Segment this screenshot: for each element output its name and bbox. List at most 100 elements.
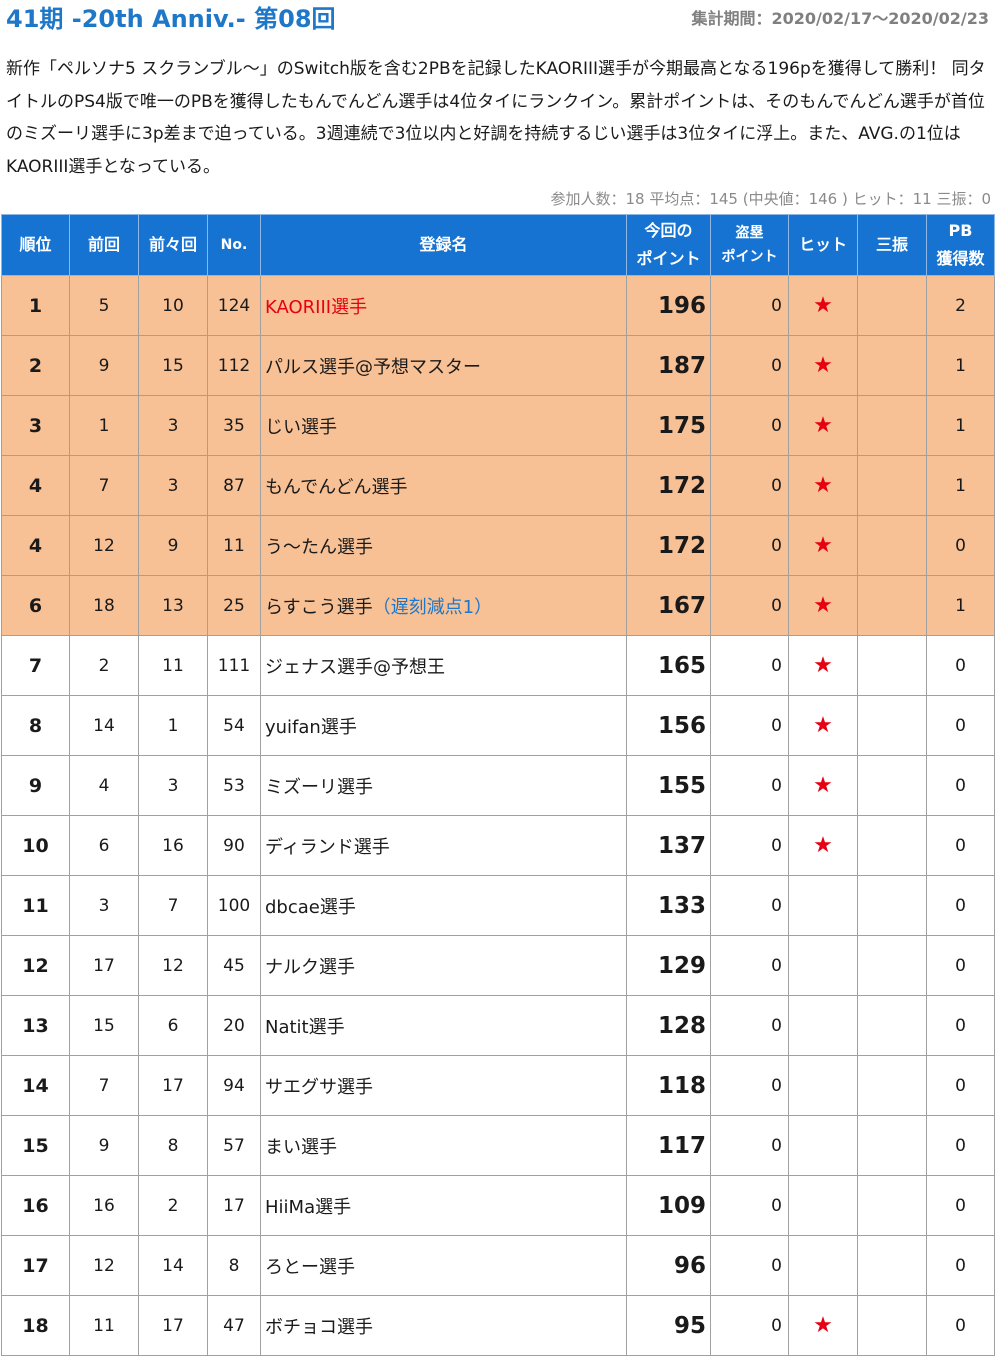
points-cell: 175: [626, 395, 711, 456]
header-no: No.: [207, 214, 261, 276]
steal-points-cell: 0: [710, 1055, 789, 1116]
steal-points-cell: 0: [710, 395, 789, 456]
entry-no-cell: 111: [207, 635, 261, 696]
pb-count-cell: 2: [926, 275, 995, 336]
prev-rank-cell: 14: [69, 695, 139, 756]
strikeout-cell: [857, 695, 927, 756]
rank-cell: 14: [1, 1055, 70, 1116]
player-name: ディランド選手: [265, 836, 390, 858]
prev2-rank-cell: 10: [138, 275, 208, 336]
pb-count-cell: 0: [926, 815, 995, 876]
points-cell: 172: [626, 455, 711, 516]
prev2-rank-cell: 15: [138, 335, 208, 396]
hit-cell: ★: [788, 695, 858, 756]
points-cell: 187: [626, 335, 711, 396]
player-name: サエグサ選手: [265, 1076, 373, 1098]
penalty-note: （遅刻減点1）: [372, 596, 493, 618]
table-row: 2 9 15 112 パルス選手@予想マスター 187 0 ★ 1: [1, 335, 995, 396]
player-name-cell: う～たん選手: [260, 515, 627, 576]
strikeout-cell: [857, 935, 927, 996]
entry-no-cell: 87: [207, 455, 261, 516]
pb-count-cell: 0: [926, 515, 995, 576]
prev2-rank-cell: 6: [138, 995, 208, 1056]
hit-star-icon: ★: [813, 593, 833, 618]
summary-text: 新作「ペルソナ5 スクランブル～」のSwitch版を含む2PBを記録したKAOR…: [6, 59, 986, 177]
header-prev2: 前々回: [138, 214, 208, 276]
hit-cell: ★: [788, 1295, 858, 1356]
points-cell: 167: [626, 575, 711, 636]
entry-no-cell: 53: [207, 755, 261, 816]
player-name: ミズーリ選手: [265, 776, 373, 798]
prev-rank-cell: 17: [69, 935, 139, 996]
player-name-cell: ジェナス選手@予想王: [260, 635, 627, 696]
player-name: ろとー選手: [265, 1256, 355, 1278]
player-name: らすこう選手: [265, 596, 373, 618]
player-name-cell: ディランド選手: [260, 815, 627, 876]
points-cell: 109: [626, 1175, 711, 1236]
rank-cell: 7: [1, 635, 70, 696]
strikeout-cell: [857, 1175, 927, 1236]
hit-cell: ★: [788, 515, 858, 576]
player-name: まい選手: [265, 1136, 337, 1158]
header-pb: PB 獲得数: [926, 214, 995, 276]
table-row: 9 4 3 53 ミズーリ選手 155 0 ★ 0: [1, 755, 995, 816]
strikeout-cell: [857, 1055, 927, 1116]
header-pb-line2: 獲得数: [936, 249, 985, 268]
player-name: ジェナス選手@予想王: [265, 656, 445, 678]
prev2-rank-cell: 9: [138, 515, 208, 576]
prev2-rank-cell: 8: [138, 1115, 208, 1176]
entry-no-cell: 45: [207, 935, 261, 996]
entry-no-cell: 94: [207, 1055, 261, 1116]
rank-cell: 16: [1, 1175, 70, 1236]
player-name-cell: ミズーリ選手: [260, 755, 627, 816]
steal-points-cell: 0: [710, 755, 789, 816]
pb-count-cell: 0: [926, 695, 995, 756]
hit-cell: ★: [788, 815, 858, 876]
rank-cell: 4: [1, 515, 70, 576]
header-points-line1: 今回の: [644, 221, 693, 240]
hit-star-icon: ★: [813, 773, 833, 798]
pb-count-cell: 1: [926, 455, 995, 516]
strikeout-cell: [857, 995, 927, 1056]
pb-count-cell: 0: [926, 635, 995, 696]
prev-rank-cell: 6: [69, 815, 139, 876]
hit-cell: [788, 1055, 858, 1116]
pb-count-cell: 0: [926, 755, 995, 816]
entry-no-cell: 90: [207, 815, 261, 876]
pb-count-cell: 1: [926, 575, 995, 636]
strikeout-cell: [857, 755, 927, 816]
table-row: 4 12 9 11 う～たん選手 172 0 ★ 0: [1, 515, 995, 576]
table-row: 10 6 16 90 ディランド選手 137 0 ★ 0: [1, 815, 995, 876]
hit-cell: ★: [788, 335, 858, 396]
hit-cell: [788, 1235, 858, 1296]
hit-cell: [788, 1175, 858, 1236]
steal-points-cell: 0: [710, 1235, 789, 1296]
prev2-rank-cell: 3: [138, 395, 208, 456]
strikeout-cell: [857, 395, 927, 456]
hit-star-icon: ★: [813, 533, 833, 558]
steal-points-cell: 0: [710, 515, 789, 576]
strikeout-cell: [857, 455, 927, 516]
header-steal-line1: 盗塁: [735, 225, 764, 241]
player-name-cell: yuifan選手: [260, 695, 627, 756]
player-name: パルス選手@予想マスター: [265, 356, 481, 378]
header-rank: 順位: [1, 214, 70, 276]
steal-points-cell: 0: [710, 455, 789, 516]
player-name: う～たん選手: [265, 536, 373, 558]
entry-no-cell: 35: [207, 395, 261, 456]
hit-star-icon: ★: [813, 353, 833, 378]
hit-cell: ★: [788, 635, 858, 696]
prev2-rank-cell: 17: [138, 1295, 208, 1356]
pb-count-cell: 1: [926, 335, 995, 396]
hit-star-icon: ★: [813, 653, 833, 678]
strikeout-cell: [857, 815, 927, 876]
prev2-rank-cell: 3: [138, 455, 208, 516]
strikeout-cell: [857, 1235, 927, 1296]
hit-cell: [788, 875, 858, 936]
steal-points-cell: 0: [710, 695, 789, 756]
prev-rank-cell: 5: [69, 275, 139, 336]
player-name: HiiMa選手: [265, 1196, 352, 1218]
player-name-cell: サエグサ選手: [260, 1055, 627, 1116]
prev2-rank-cell: 11: [138, 635, 208, 696]
rank-cell: 2: [1, 335, 70, 396]
